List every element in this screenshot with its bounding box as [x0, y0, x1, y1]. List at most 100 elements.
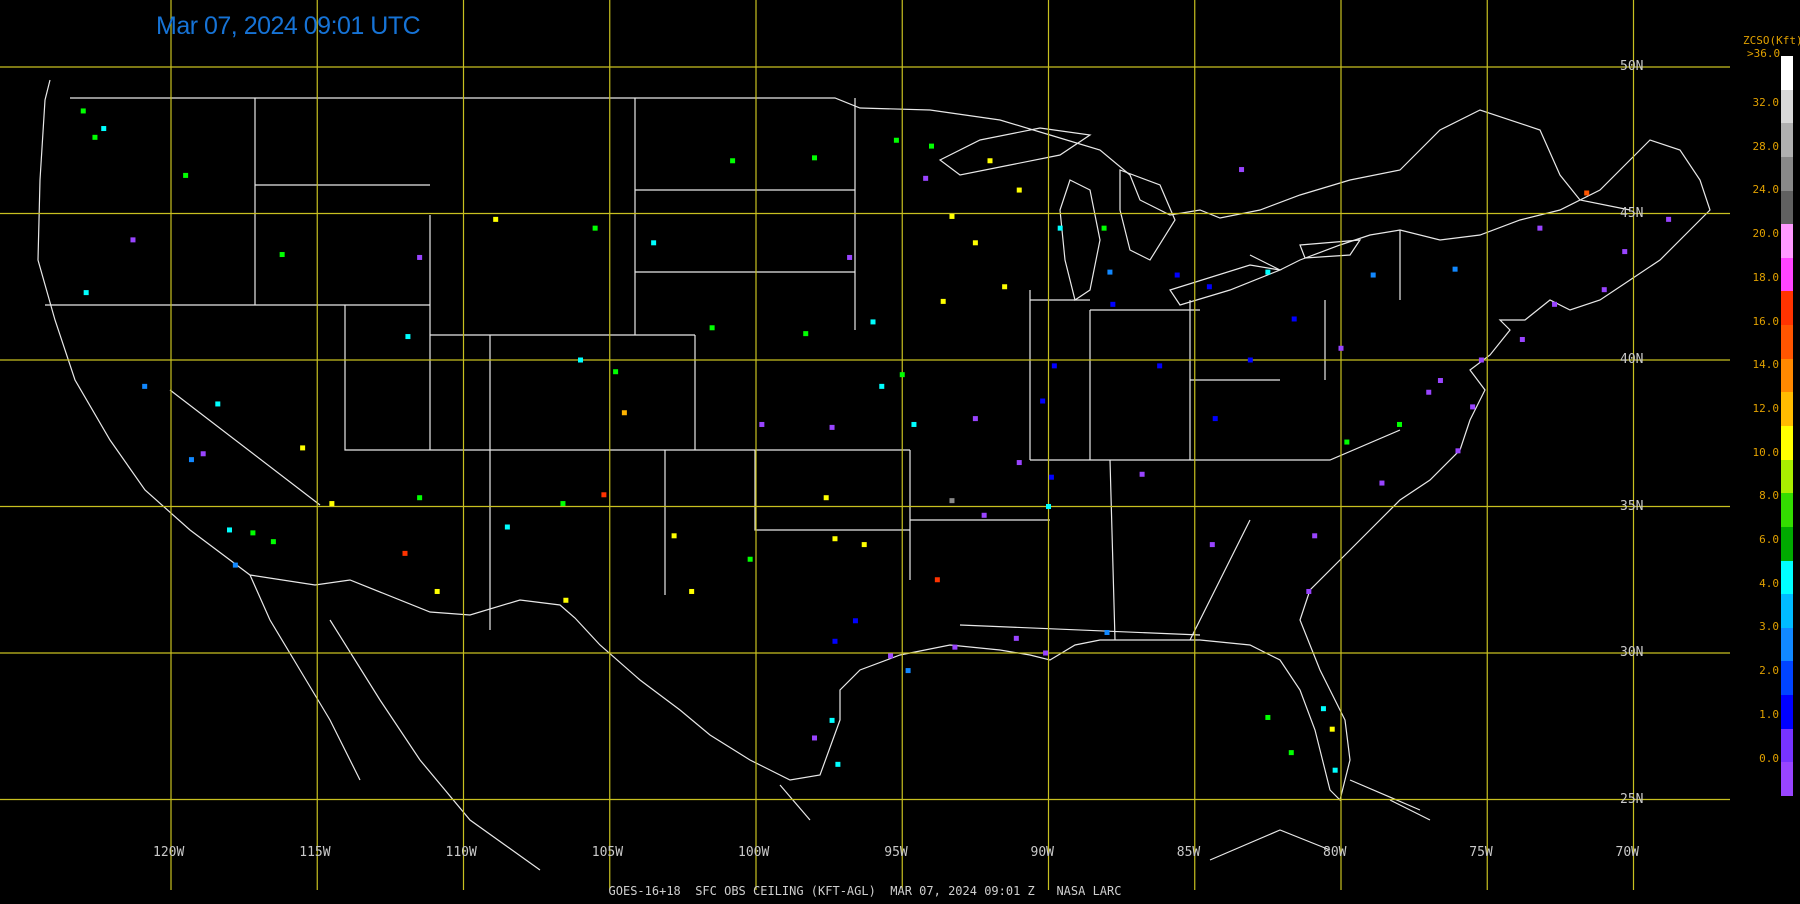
legend-swatch: [1781, 426, 1793, 461]
station-marker: [1666, 216, 1672, 222]
station-marker: [504, 524, 510, 530]
station-marker: [893, 137, 899, 143]
legend-swatch: [1781, 695, 1793, 730]
weather-map: Mar 07, 2024 09:01 UTC 50N 45N 40N 35N 30N 25…: [0, 0, 1800, 900]
station-marker: [329, 501, 335, 507]
station-marker: [101, 126, 107, 132]
station-marker: [1209, 542, 1215, 548]
station-marker: [1101, 225, 1107, 231]
legend-title: ZCSO(Kft): [1743, 34, 1800, 47]
legend-tick-label: 12.0: [1752, 401, 1780, 415]
legend-swatch: [1781, 325, 1793, 360]
station-marker: [1212, 416, 1218, 422]
station-marker: [227, 527, 232, 533]
station-marker: [1437, 378, 1443, 384]
station-marker: [952, 644, 958, 650]
station-marker: [879, 383, 885, 389]
station-marker: [899, 372, 905, 378]
lake-superior: [938, 127, 1092, 176]
station-marker: [1470, 404, 1476, 410]
station-marker: [1206, 284, 1212, 290]
legend-swatch: [1781, 392, 1793, 427]
station-marker: [1104, 629, 1110, 635]
mexico-outline: [249, 574, 1431, 871]
station-marker: [417, 254, 423, 260]
legend-swatch: [1781, 358, 1793, 393]
legend-tick-label: 4.0: [1759, 576, 1779, 590]
station-marker: [870, 319, 876, 325]
station-marker: [1139, 471, 1145, 477]
longitude-label: 95W: [884, 845, 908, 860]
station-marker: [689, 588, 695, 594]
station-marker: [1013, 635, 1019, 641]
station-marker: [981, 512, 987, 518]
station-marker: [1370, 272, 1376, 278]
legend-tick-label: 6.0: [1759, 533, 1779, 546]
legend-swatch: [1781, 594, 1793, 629]
station-marker: [812, 735, 817, 741]
station-marker: [1157, 363, 1163, 369]
station-marker: [1379, 480, 1385, 486]
longitude-label: 120W: [153, 845, 185, 860]
station-marker: [1288, 750, 1294, 756]
station-marker: [730, 158, 736, 164]
legend-swatch: [1781, 728, 1793, 763]
legend-swatch: [1781, 627, 1793, 662]
station-marker: [1016, 187, 1022, 193]
legend-swatch: [1781, 257, 1793, 292]
station-marker: [1002, 284, 1008, 290]
station-marker: [1239, 167, 1245, 173]
station-marker: [1320, 706, 1326, 712]
longitude-label: 100W: [738, 845, 770, 860]
legend-swatch: [1781, 123, 1793, 158]
station-marker: [949, 498, 955, 504]
legend-top-label: >36.0: [1747, 47, 1781, 60]
legend-tick-label: 8.0: [1759, 489, 1779, 503]
longitude-label: 115W: [299, 845, 331, 860]
station-marker: [972, 416, 978, 422]
station-marker: [300, 445, 306, 451]
station-marker: [188, 457, 194, 463]
legend-tick-label: 3.0: [1759, 620, 1779, 634]
station-marker: [1291, 316, 1297, 322]
legend-swatch: [1781, 459, 1793, 494]
station-marker: [823, 495, 829, 501]
station-marker: [1265, 269, 1271, 275]
station-marker: [934, 577, 940, 583]
latitude-label: 25N: [1620, 791, 1644, 807]
legend-tick-label: 10.0: [1752, 445, 1780, 459]
legend-swatch: [1781, 156, 1793, 192]
canada-border: [70, 97, 1631, 219]
lake-huron: [1119, 169, 1176, 261]
longitude-label: 70W: [1615, 845, 1639, 860]
longitude-label: 105W: [591, 845, 624, 860]
station-marker: [911, 421, 917, 427]
station-marker: [1057, 225, 1063, 231]
station-marker: [861, 542, 867, 548]
station-marker: [183, 172, 189, 178]
legend-tick-label: 18.0: [1752, 270, 1780, 284]
station-marker: [1552, 301, 1558, 307]
map-canvas: [0, 0, 1730, 890]
longitude-label: 110W: [445, 845, 477, 860]
legend-tick-label: 2.0: [1759, 664, 1779, 678]
station-marker: [759, 421, 765, 427]
station-marker: [417, 495, 423, 501]
legend-swatch: [1781, 762, 1793, 797]
latitude-label: 35N: [1620, 498, 1644, 514]
station-marker: [1622, 249, 1628, 255]
station-marker: [1426, 389, 1432, 395]
legend-swatch: [1781, 224, 1793, 259]
station-marker: [852, 618, 858, 624]
latitude-label: 50N: [1620, 59, 1644, 74]
station-marker: [1332, 767, 1338, 773]
legend-tick-label: 0.0: [1759, 751, 1779, 765]
legend-tick-label: 20.0: [1752, 227, 1780, 241]
latitude-label: 40N: [1620, 352, 1644, 367]
station-marker: [621, 410, 627, 416]
station-marker: [1265, 714, 1271, 720]
station-marker: [1537, 225, 1543, 231]
station-marker: [1046, 504, 1051, 509]
lake-michigan: [1059, 179, 1101, 301]
station-marker: [1051, 363, 1057, 369]
